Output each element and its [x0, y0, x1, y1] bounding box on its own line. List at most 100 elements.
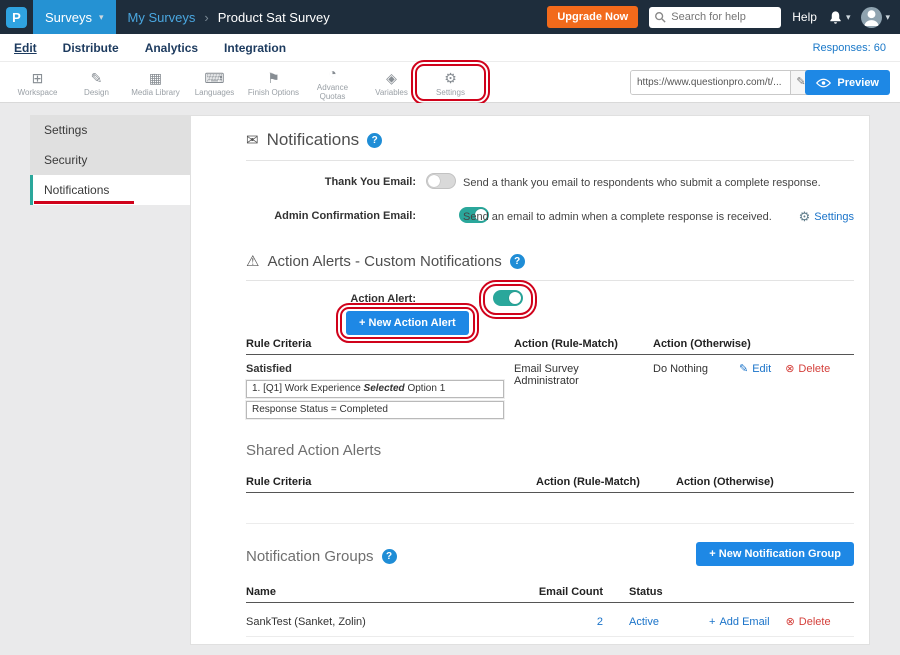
col-header-action-otherwise: Action (Otherwise) [676, 476, 774, 488]
action-alert-label: Action Alert: [246, 293, 416, 305]
brand-logo-icon[interactable]: P [6, 7, 27, 28]
divider [246, 280, 854, 281]
toolbar-item-workspace[interactable]: ⊞ Workspace [8, 68, 67, 97]
notifications-bell-menu[interactable]: ▾ [828, 10, 851, 25]
add-email-label: Add Email [719, 616, 769, 628]
help-link[interactable]: Help [792, 10, 817, 24]
languages-icon: ⌨ [185, 70, 244, 86]
rule-criteria-item-2: Response Status = Completed [246, 401, 504, 419]
alert-rule-match-action: Email Survey Administrator [514, 363, 619, 387]
edit-pencil-icon: ✎ [739, 362, 748, 375]
help-icon[interactable]: ? [367, 133, 382, 148]
delete-icon: ⊗ [785, 362, 794, 375]
variables-icon: ◈ [362, 70, 421, 86]
admin-email-settings-link[interactable]: ⚙ Settings [799, 209, 854, 225]
warning-icon: ⚠ [246, 252, 259, 270]
survey-url-input[interactable] [631, 71, 790, 94]
surveys-menu-button[interactable]: Surveys ▾ [33, 0, 116, 34]
envelope-icon: ✉ [246, 131, 259, 149]
upgrade-now-button[interactable]: Upgrade Now [547, 6, 638, 28]
new-notification-group-button[interactable]: + New Notification Group [696, 542, 854, 566]
avatar [861, 7, 882, 28]
toolbar-item-media-library[interactable]: ▦ Media Library [126, 68, 185, 97]
surveys-menu-label: Surveys [45, 10, 92, 25]
content-area: Settings Security Notifications ✉ Notifi… [0, 103, 900, 655]
help-icon[interactable]: ? [382, 549, 397, 564]
design-icon: ✎ [67, 70, 126, 86]
group-row-actions: + Add Email ⊗ Delete [709, 615, 831, 628]
toolbar-item-label: Media Library [126, 88, 185, 97]
toolbar-item-label: Design [67, 88, 126, 97]
new-action-alert-button[interactable]: + New Action Alert [346, 311, 469, 335]
help-search [649, 7, 781, 28]
action-alert-toggle[interactable] [493, 290, 523, 306]
toolbar-item-label: Variables [362, 88, 421, 97]
help-icon[interactable]: ? [510, 254, 525, 269]
survey-nav: Edit Distribute Analytics Integration Re… [0, 34, 900, 62]
table-header-divider [246, 354, 854, 355]
toolbar-item-advance-quotas[interactable]: ◔ Advance Quotas [303, 63, 362, 101]
tab-edit[interactable]: Edit [14, 41, 37, 55]
delete-alert-link[interactable]: ⊗ Delete [785, 362, 830, 375]
col-header-name: Name [246, 586, 276, 598]
delete-label: Delete [799, 616, 831, 628]
rule-criteria-item-1: 1. [Q1] Work Experience Selected Option … [246, 380, 504, 398]
toolbar-item-design[interactable]: ✎ Design [67, 68, 126, 97]
delete-icon: ⊗ [786, 615, 795, 628]
add-email-link[interactable]: + Add Email [709, 615, 770, 628]
toolbar-item-variables[interactable]: ◈ Variables [362, 68, 421, 97]
search-icon [654, 11, 666, 23]
col-header-rule-criteria: Rule Criteria [246, 476, 311, 488]
delete-group-link[interactable]: ⊗ Delete [786, 615, 831, 628]
settings-link-label: Settings [814, 211, 854, 223]
workspace-icon: ⊞ [8, 70, 67, 86]
toolbar-item-label: Workspace [8, 88, 67, 97]
notifications-panel: ✉ Notifications ? Thank You Email: Send … [190, 115, 870, 645]
new-action-alert-wrap: + New Action Alert [346, 311, 469, 335]
group-email-count-link[interactable]: 2 [537, 616, 603, 628]
preview-button[interactable]: Preview [805, 70, 890, 95]
col-header-action-otherwise: Action (Otherwise) [653, 338, 751, 350]
sidebar-item-settings[interactable]: Settings [30, 115, 190, 145]
col-header-action-rule-match: Action (Rule-Match) [514, 338, 618, 350]
thank-you-email-description: Send a thank you email to respondents wh… [463, 177, 821, 189]
sidebar-item-security[interactable]: Security [30, 145, 190, 175]
action-alert-toggle-wrap [493, 290, 523, 309]
settings-gear-icon: ⚙ [421, 70, 480, 86]
toolbar-item-finish-options[interactable]: ⚑ Finish Options [244, 68, 303, 97]
delete-label: Delete [798, 363, 830, 375]
toolbar-item-settings[interactable]: ⚙ Settings [421, 68, 480, 97]
media-library-icon: ▦ [126, 70, 185, 86]
edit-alert-link[interactable]: ✎ Edit [739, 362, 771, 375]
tab-distribute[interactable]: Distribute [63, 41, 119, 55]
admin-confirmation-email-description: Send an email to admin when a complete r… [463, 211, 772, 223]
eye-icon [816, 78, 831, 88]
criteria-emphasis: Selected [364, 383, 405, 394]
account-menu[interactable]: ▾ [861, 7, 890, 28]
col-header-status: Status [629, 586, 663, 598]
col-header-rule-criteria: Rule Criteria [246, 338, 311, 350]
section-title: Action Alerts - Custom Notifications [267, 253, 501, 270]
breadcrumb-my-surveys[interactable]: My Surveys [128, 10, 196, 25]
help-search-input[interactable] [649, 7, 781, 28]
admin-confirmation-email-label: Admin Confirmation Email: [246, 210, 416, 222]
responses-count-link[interactable]: Responses: 60 [813, 42, 886, 54]
survey-url-field: ✎ [630, 70, 812, 95]
chevron-down-icon: ▾ [99, 12, 104, 23]
toolbar-item-languages[interactable]: ⌨ Languages [185, 68, 244, 97]
section-title: Notification Groups [246, 548, 374, 565]
edit-label: Edit [752, 363, 771, 375]
tab-integration[interactable]: Integration [224, 41, 286, 55]
finish-options-icon: ⚑ [244, 70, 303, 86]
group-name: SankTest (Sanket, Zolin) [246, 616, 366, 628]
breadcrumb-separator-icon: › [204, 10, 208, 25]
settings-sidebar: Settings Security Notifications [30, 115, 190, 205]
toolbar-item-label: Languages [185, 88, 244, 97]
annotation-notifications-underline [34, 201, 134, 204]
criteria-text: 1. [Q1] Work Experience [252, 383, 364, 394]
shared-action-alerts-title: Shared Action Alerts [246, 442, 381, 459]
thank-you-email-toggle[interactable] [426, 173, 456, 189]
divider [246, 523, 854, 524]
tab-analytics[interactable]: Analytics [145, 41, 198, 55]
sidebar-item-notifications[interactable]: Notifications [30, 175, 190, 205]
